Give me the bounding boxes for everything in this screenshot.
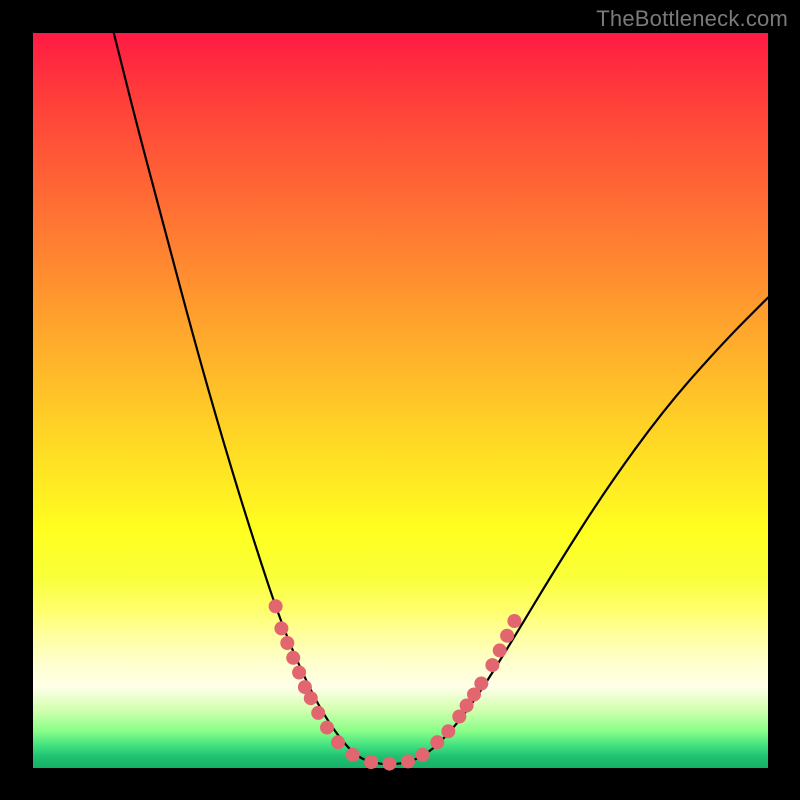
data-marker (320, 721, 334, 735)
bottleneck-curve (33, 33, 768, 768)
data-marker (280, 636, 294, 650)
data-marker (286, 651, 300, 665)
data-marker (346, 748, 360, 762)
data-marker (304, 691, 318, 705)
data-marker (269, 599, 283, 613)
data-marker (274, 621, 288, 635)
data-marker (500, 629, 514, 643)
data-marker (292, 666, 306, 680)
data-marker (474, 677, 488, 691)
data-marker (493, 643, 507, 657)
chart-frame: TheBottleneck.com (0, 0, 800, 800)
data-marker (331, 735, 345, 749)
plot-area (33, 33, 768, 768)
data-marker (485, 658, 499, 672)
data-marker (311, 706, 325, 720)
data-marker (441, 724, 455, 738)
watermark-text: TheBottleneck.com (596, 6, 788, 32)
data-marker (430, 735, 444, 749)
data-marker (507, 614, 521, 628)
data-marker (364, 755, 378, 769)
data-marker (383, 757, 397, 771)
data-marker (416, 748, 430, 762)
data-marker (401, 754, 415, 768)
